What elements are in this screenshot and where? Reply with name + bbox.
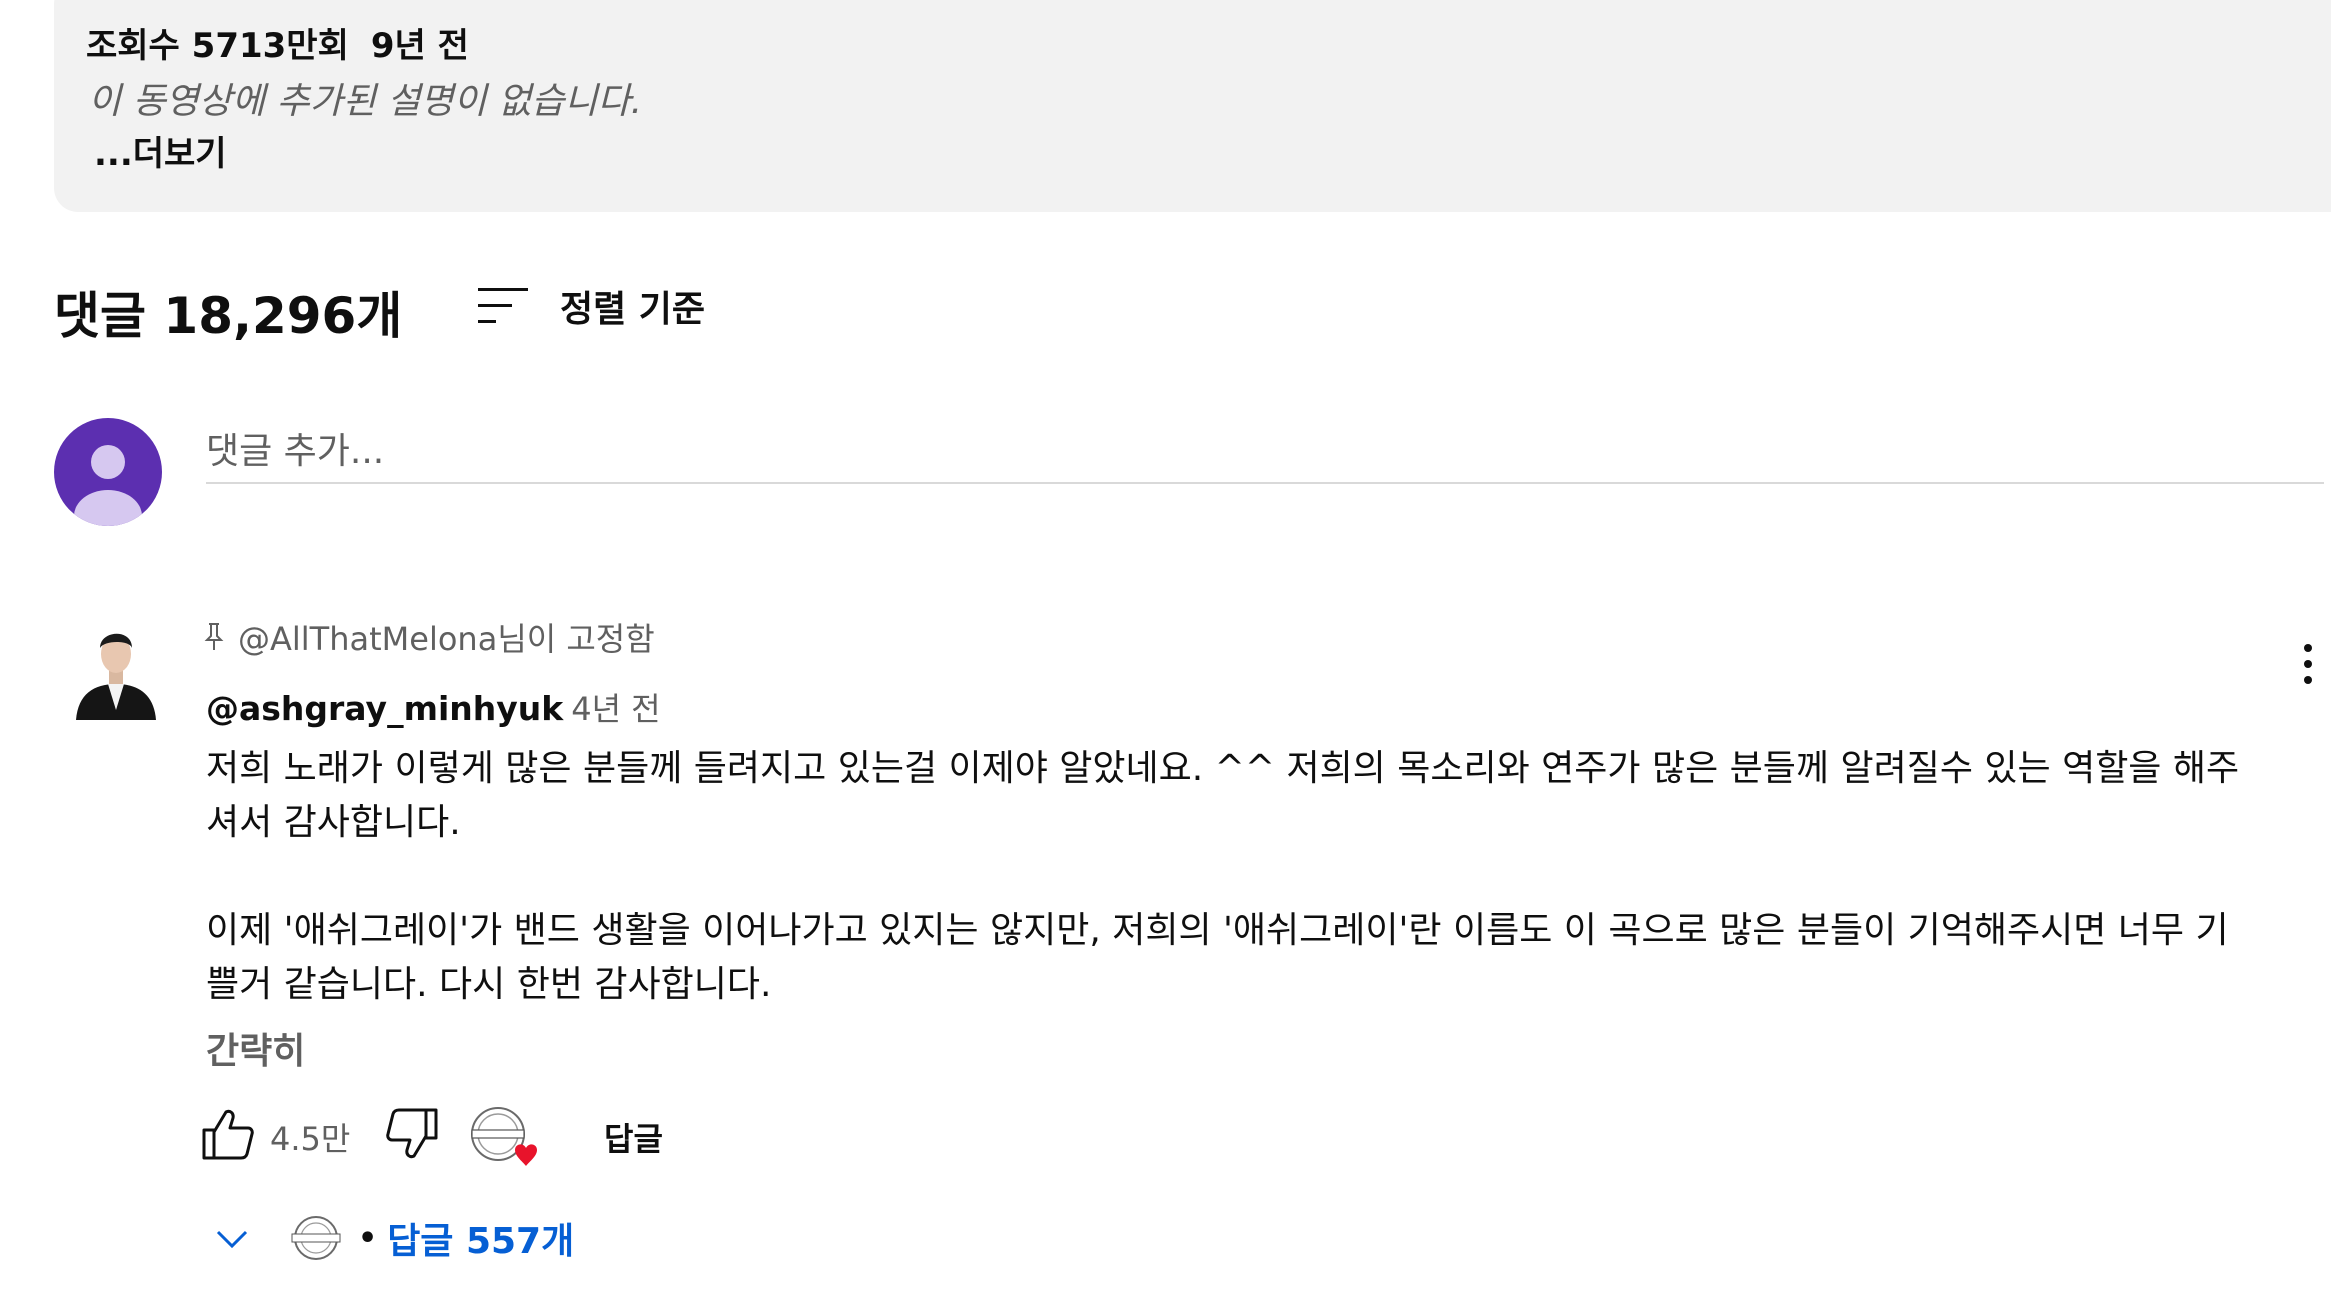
add-comment-input[interactable]: 댓글 추가...	[206, 418, 2324, 484]
separator-dot: •	[358, 1220, 378, 1256]
upload-age: 9년 전	[370, 26, 469, 66]
my-avatar[interactable]	[54, 418, 162, 526]
sort-label: 정렬 기준	[560, 289, 706, 330]
pin-icon	[204, 623, 224, 650]
replies-count: 답글 557개	[387, 1221, 575, 1262]
thumbs-down-icon[interactable]	[384, 1106, 440, 1162]
more-vert-icon[interactable]	[2296, 644, 2320, 690]
sort-button[interactable]: 정렬 기준	[474, 280, 705, 332]
comments-count: 댓글 18,296개	[54, 287, 403, 345]
reply-button[interactable]: 답글	[604, 1114, 663, 1160]
sort-icon	[478, 288, 528, 323]
thumbs-up-icon[interactable]	[200, 1106, 256, 1162]
comment-paragraph: 저희 노래가 이렇게 많은 분들께 들려지고 있는걸 이제야 알았네요. ^^ …	[206, 748, 2240, 843]
view-count: 조회수 5713만회	[86, 26, 349, 66]
comment-paragraph: 이제 '애쉬그레이'가 밴드 생활을 이어나가고 있지는 않지만, 저희의 '애…	[206, 910, 2229, 1005]
default-avatar-icon	[74, 445, 142, 526]
comment-time[interactable]: 4년 전	[571, 690, 660, 728]
comment-text: 저희 노래가 이렇게 많은 분들께 들려지고 있는걸 이제야 알았네요. ^^ …	[206, 742, 2246, 1066]
comment-header: @ashgray_minhyuk 4년 전	[206, 684, 661, 730]
like-count: 4.5만	[270, 1120, 351, 1158]
creator-avatar-icon	[291, 1216, 341, 1260]
comment-author-avatar[interactable]	[68, 612, 164, 720]
pinned-label: @AllThatMelona님이 고정함	[204, 614, 655, 660]
creator-heart-icon[interactable]	[468, 1106, 542, 1168]
description-meta: 조회수 5713만회 9년 전	[86, 18, 491, 67]
view-replies-button[interactable]: • 답글 557개	[212, 1210, 574, 1266]
chevron-down-icon	[216, 1230, 248, 1249]
comment-actions: 4.5만 답글	[200, 1106, 900, 1166]
description-empty-text: 이 동영상에 추가된 설명이 없습니다.	[88, 81, 643, 122]
author-photo-icon	[68, 618, 164, 720]
show-less-button[interactable]: 간략히	[206, 1022, 305, 1074]
comment-author-link[interactable]: @ashgray_minhyuk	[206, 689, 563, 728]
pinned-by-text: @AllThatMelona님이 고정함	[238, 620, 655, 658]
show-more-button[interactable]: ...더보기	[94, 126, 227, 175]
add-comment-placeholder: 댓글 추가...	[206, 431, 385, 472]
